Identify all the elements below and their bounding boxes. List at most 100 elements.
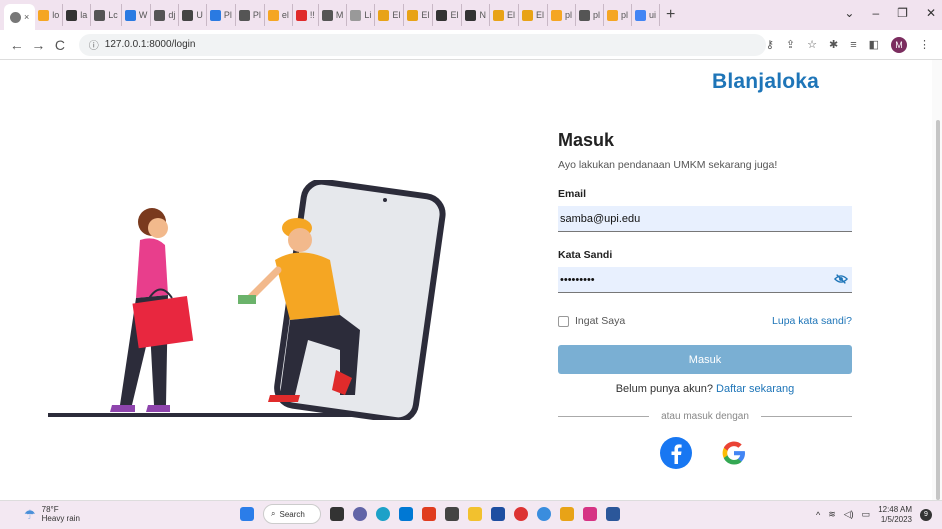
menu-icon[interactable]: ⋮ — [919, 38, 930, 51]
tab-title: pl — [621, 10, 629, 20]
email-field[interactable]: samba@upi.edu — [558, 206, 852, 232]
checkbox-icon[interactable] — [558, 315, 569, 327]
reading-list-icon[interactable]: ≡ — [850, 39, 856, 51]
browser-tab[interactable]: Lc — [91, 4, 122, 26]
wifi-icon[interactable]: ≋ — [828, 509, 836, 520]
browser-tab[interactable]: El — [433, 4, 463, 26]
profile-avatar[interactable]: M — [891, 36, 908, 53]
browser-tab[interactable]: dj — [151, 4, 180, 26]
forgot-password-link[interactable]: Lupa kata sandi? — [772, 315, 852, 327]
address-bar-row: ← → C ⓘ 127.0.0.1:8000/login ⚷ ⇪ ☆ ✱ ≡ ◧… — [0, 30, 942, 60]
chrome-profile-icon[interactable] — [537, 507, 551, 521]
clock[interactable]: 12:48 AM 1/5/2023 — [878, 505, 912, 524]
close-window-button[interactable]: ✕ — [926, 6, 936, 20]
browser-tab[interactable]: U — [179, 4, 207, 26]
reload-icon[interactable]: C — [49, 37, 71, 53]
login-button[interactable]: Masuk — [558, 345, 852, 374]
tab-title: Pl — [223, 10, 232, 20]
browser-tab[interactable]: pl — [604, 4, 633, 26]
url-input[interactable]: ⓘ 127.0.0.1:8000/login — [78, 33, 766, 56]
page-scrollbar[interactable] — [932, 60, 942, 500]
chrome-icon[interactable] — [514, 507, 528, 521]
volume-icon[interactable]: ◁) — [844, 509, 854, 520]
extensions-icon[interactable]: ✱ — [829, 38, 838, 51]
browser-tab[interactable]: El — [490, 4, 519, 26]
password-field[interactable]: ••••••••• — [558, 267, 852, 293]
tab-favicon-icon — [607, 9, 619, 21]
search-label: Search — [279, 509, 305, 519]
browser-tab[interactable]: pl — [576, 4, 605, 26]
tab-title: El — [450, 10, 459, 20]
edge-icon[interactable] — [376, 507, 390, 521]
browser-tab[interactable]: ui — [632, 4, 661, 26]
tab-favicon-icon — [350, 9, 362, 21]
register-link[interactable]: Daftar sekarang — [716, 383, 794, 395]
tab-favicon-icon — [579, 9, 590, 21]
share-icon[interactable]: ⇪ — [786, 38, 795, 51]
clock-date: 1/5/2023 — [880, 514, 912, 524]
remember-label: Ingat Saya — [575, 315, 626, 327]
browser-tab[interactable]: El — [404, 4, 434, 26]
app-icon[interactable] — [583, 507, 597, 521]
tab-search-icon[interactable]: ⌄ — [844, 6, 854, 20]
minimize-button[interactable]: – — [872, 6, 879, 20]
facebook-icon[interactable] — [659, 436, 693, 470]
tab-title: ui — [649, 10, 657, 20]
store-icon[interactable] — [491, 507, 505, 521]
browser-tab[interactable]: El — [375, 4, 405, 26]
taskbar-search[interactable]: ⌕ Search — [263, 504, 321, 524]
back-icon[interactable]: ← — [6, 37, 28, 53]
toolbar-icons: ⚷ ⇪ ☆ ✱ ≡ ◧ M ⋮ — [766, 36, 930, 53]
remember-checkbox[interactable]: Ingat Saya — [558, 315, 625, 327]
eye-slash-icon[interactable] — [834, 272, 848, 286]
browser-tab[interactable]: N — [462, 4, 490, 26]
email-value: samba@upi.edu — [560, 213, 641, 225]
weather-widget[interactable]: ☂ 78°F Heavy rain — [24, 505, 80, 524]
tray-overflow-icon[interactable]: ^ — [816, 510, 820, 520]
cash-shape — [238, 295, 256, 304]
browser-tab[interactable]: Pl — [207, 4, 236, 26]
side-panel-icon[interactable]: ◧ — [869, 38, 879, 51]
terminal-icon[interactable] — [445, 507, 459, 521]
site-info-icon[interactable]: ⓘ — [89, 37, 99, 52]
google-icon[interactable] — [717, 436, 751, 470]
key-icon[interactable]: ⚷ — [766, 38, 774, 51]
browser-tab-strip: × lo la Lc Wdj U Pl Pl el!! M Li El El El N El El pl pl pl… — [0, 0, 942, 30]
new-tab-button[interactable]: + — [666, 6, 675, 24]
browser-tab[interactable]: El — [519, 4, 548, 26]
browser-tab[interactable]: pl — [548, 4, 576, 26]
system-tray: ^ ≋ ◁) ▭ 12:48 AM 1/5/2023 9 — [816, 505, 932, 524]
browser-tab[interactable]: Pl — [236, 4, 265, 26]
office-icon[interactable] — [422, 507, 436, 521]
tab-title: El — [421, 10, 430, 20]
tab-favicon-icon — [492, 9, 504, 21]
start-icon[interactable] — [240, 507, 254, 521]
task-view-icon[interactable] — [330, 507, 344, 521]
browser-tab[interactable]: la — [63, 4, 92, 26]
tab-favicon-icon — [66, 9, 78, 21]
tab-favicon-icon — [267, 9, 279, 21]
globe-icon — [10, 11, 21, 23]
forward-icon[interactable]: → — [28, 37, 50, 53]
browser-tab[interactable]: !! — [293, 4, 319, 26]
scrollbar-thumb[interactable] — [936, 120, 940, 500]
browser-tab[interactable]: W — [122, 4, 152, 26]
url-text: 127.0.0.1:8000/login — [104, 39, 196, 50]
bookmark-star-icon[interactable]: ☆ — [807, 38, 817, 51]
active-tab[interactable]: × — [4, 4, 36, 30]
battery-icon[interactable]: ▭ — [862, 509, 871, 520]
browser-tab[interactable]: lo — [35, 4, 64, 26]
browser-tab[interactable]: el — [265, 4, 293, 26]
tab-close-icon[interactable]: × — [24, 12, 29, 22]
notification-badge[interactable]: 9 — [920, 508, 932, 521]
tab-title: N — [479, 10, 486, 20]
browser-tab[interactable]: Li — [347, 4, 376, 26]
word-icon[interactable] — [606, 507, 620, 521]
sublime-icon[interactable] — [560, 507, 574, 521]
chat-icon[interactable] — [353, 507, 367, 521]
rain-icon: ☂ — [24, 506, 36, 522]
file-explorer-icon[interactable] — [468, 507, 482, 521]
browser-tab[interactable]: M — [319, 4, 348, 26]
maximize-button[interactable]: ❐ — [897, 6, 908, 20]
mail-icon[interactable] — [399, 507, 413, 521]
